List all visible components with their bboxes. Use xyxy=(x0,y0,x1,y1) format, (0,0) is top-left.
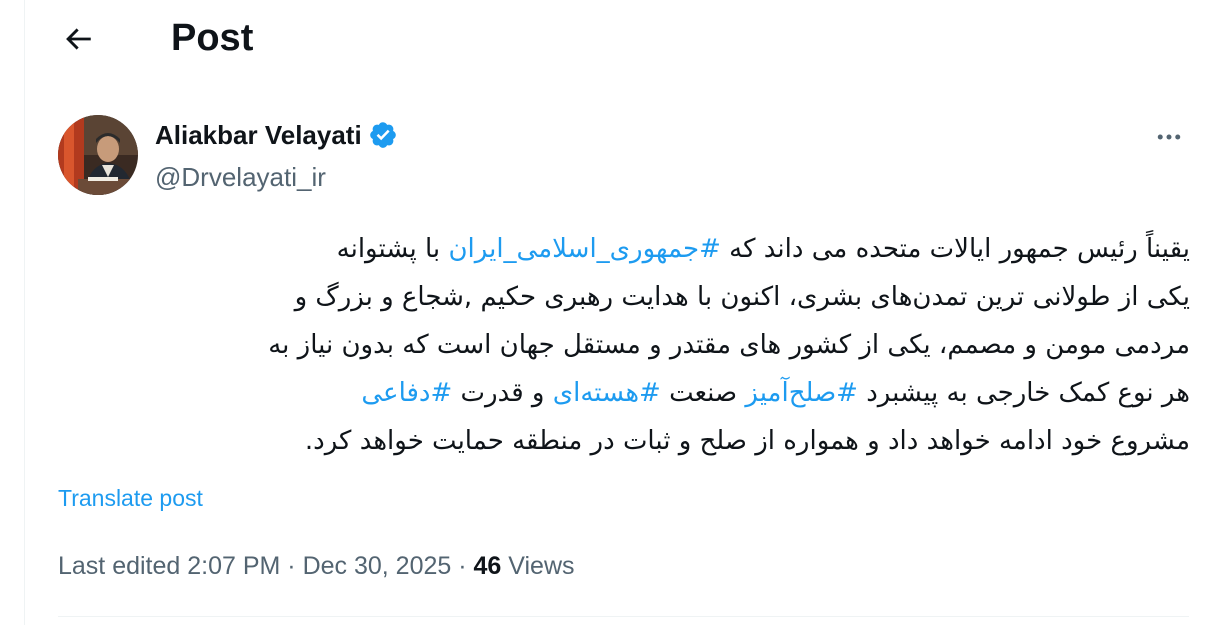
hashtag-link[interactable]: #صلح‌آمیز xyxy=(745,378,858,408)
hashtag-link[interactable]: #هسته‌ای xyxy=(553,378,661,408)
post-text-segment: مشروع خود ادامه خواهد داد و همواره از صل… xyxy=(304,426,1190,456)
verified-badge-icon[interactable] xyxy=(368,120,398,150)
post-text-segment: یقیناً رئیس جمهور ایالات متحده می داند ک… xyxy=(720,234,1190,264)
translate-post-link[interactable]: Translate post xyxy=(58,482,203,514)
post-text-segment: با پشتوانه xyxy=(336,234,449,264)
post-text-segment: یکی از طولانی ترین تمدن‌های بشری، اکنون … xyxy=(294,282,1190,312)
hashtag-link[interactable]: #جمهوری_اسلامی_ایران xyxy=(448,234,720,264)
views-count[interactable]: 46 xyxy=(474,552,502,580)
more-horizontal-icon xyxy=(1157,134,1181,140)
top-bar: Post xyxy=(25,0,1211,80)
post-text-segment: هر نوع کمک خارجی به پیشبرد xyxy=(857,378,1190,408)
post-text-line: مردمی مومن و مصمم، یکی از کشور های مقتدر… xyxy=(58,321,1190,369)
more-options-button[interactable] xyxy=(1149,117,1189,157)
post-text-segment: صنعت xyxy=(660,378,746,408)
post-text-segment: مردمی مومن و مصمم، یکی از کشور های مقتدر… xyxy=(268,330,1190,360)
back-button[interactable] xyxy=(57,18,99,60)
hashtag-link[interactable]: #دفاعی xyxy=(361,378,452,408)
post-text-segment: و قدرت xyxy=(452,378,553,408)
post-text: یقیناً رئیس جمهور ایالات متحده می داند ک… xyxy=(58,225,1190,465)
post-text-line: یکی از طولانی ترین تمدن‌های بشری، اکنون … xyxy=(58,273,1190,321)
profile-photo xyxy=(58,115,138,195)
edited-timestamp[interactable]: Last edited 2:07 PM · Dec 30, 2025 · xyxy=(58,552,474,580)
author-handle[interactable]: @Drvelayati_ir xyxy=(155,157,326,197)
author-name[interactable]: Aliakbar Velayati xyxy=(155,115,362,155)
divider xyxy=(58,616,1189,617)
post-text-line: هر نوع کمک خارجی به پیشبرد #صلح‌آمیز صنع… xyxy=(58,369,1190,417)
post-meta: Last edited 2:07 PM · Dec 30, 2025 · 46 … xyxy=(58,548,575,584)
avatar[interactable] xyxy=(58,115,138,195)
post-text-line: یقیناً رئیس جمهور ایالات متحده می داند ک… xyxy=(58,225,1190,273)
author-name-row[interactable]: Aliakbar Velayati xyxy=(155,115,398,155)
arrow-left-icon xyxy=(66,28,91,50)
post-text-line: مشروع خود ادامه خواهد داد و همواره از صل… xyxy=(58,417,1190,465)
views-label[interactable]: Views xyxy=(501,552,574,580)
page-title: Post xyxy=(171,17,254,59)
post-detail-panel: Post Aliakbar Velayati @Drvelayati_ir یق… xyxy=(24,0,1211,625)
